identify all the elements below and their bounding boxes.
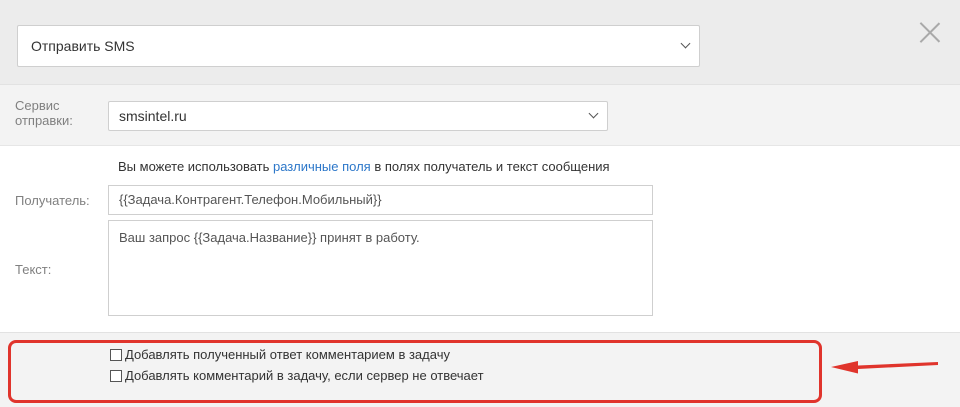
arrow-left-icon bbox=[831, 361, 938, 374]
chevron-down-icon bbox=[588, 108, 599, 119]
highlight-frame bbox=[8, 340, 822, 403]
message-textarea[interactable]: Ваш запрос {{Задача.Название}} принят в … bbox=[108, 220, 653, 316]
service-select-value: smsintel.ru bbox=[119, 108, 187, 124]
hint-text-after: в полях получатель и текст сообщения bbox=[370, 159, 610, 174]
fields-hint: Вы можете использовать различные поля в … bbox=[118, 159, 610, 174]
chevron-down-icon bbox=[680, 38, 691, 49]
text-label: Текст: bbox=[15, 262, 52, 277]
action-select[interactable]: Отправить SMS bbox=[17, 25, 700, 67]
action-header: Отправить SMS bbox=[0, 0, 960, 84]
recipient-input[interactable]: {{Задача.Контрагент.Телефон.Мобильный}} bbox=[108, 185, 653, 215]
action-select-value: Отправить SMS bbox=[31, 38, 135, 54]
close-icon[interactable] bbox=[918, 21, 942, 45]
recipient-label: Получатель: bbox=[15, 193, 90, 208]
service-row: Сервис отправки: smsintel.ru bbox=[0, 84, 960, 145]
fields-link[interactable]: различные поля bbox=[273, 159, 371, 174]
message-form: Вы можете использовать различные поля в … bbox=[0, 145, 960, 332]
service-label: Сервис отправки: bbox=[15, 98, 73, 128]
service-select[interactable]: smsintel.ru bbox=[108, 101, 608, 131]
hint-text-before: Вы можете использовать bbox=[118, 159, 273, 174]
